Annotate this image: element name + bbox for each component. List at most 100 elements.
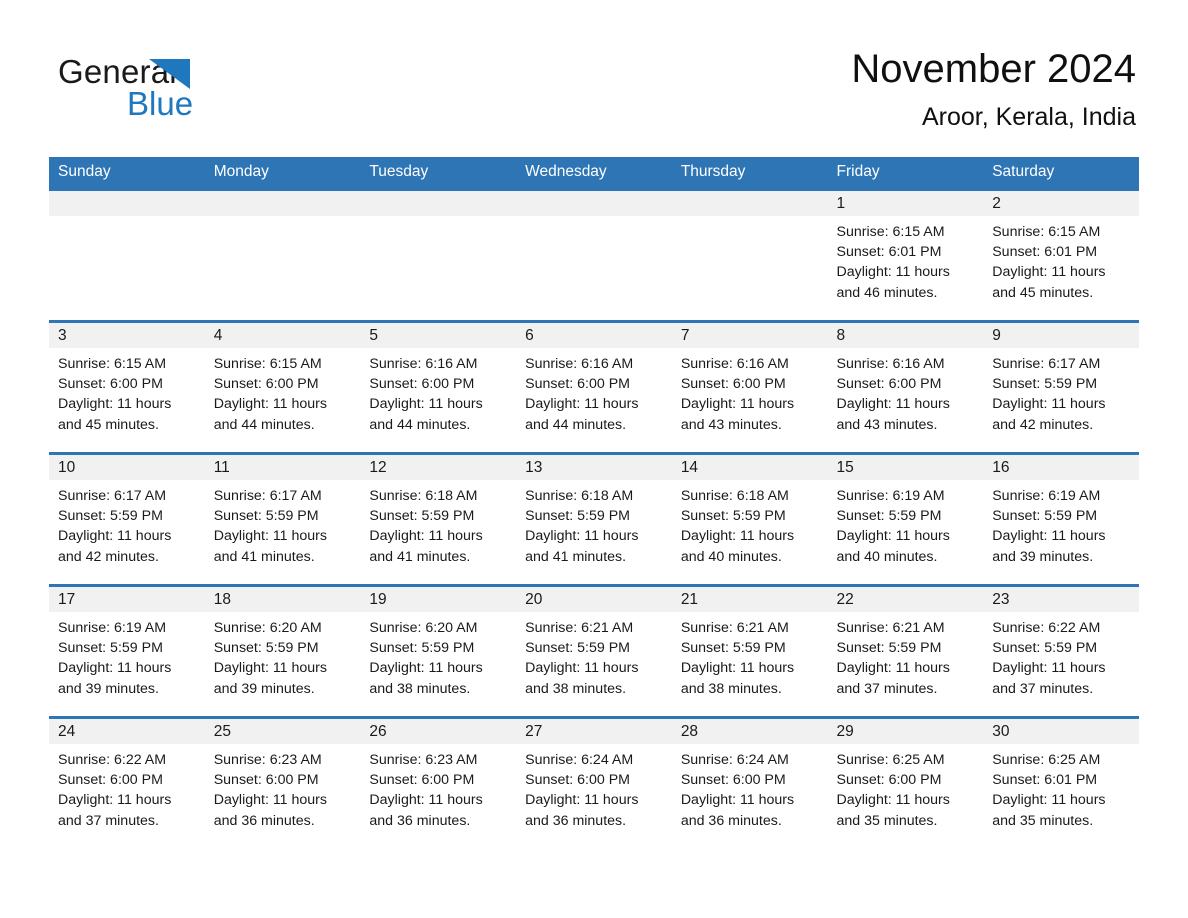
calendar-day-cell[interactable]: 30 Sunrise: 6:25 AM Sunset: 6:01 PM Dayligh… [983, 716, 1139, 850]
sunrise-text: Sunrise: 6:23 AM [213, 752, 322, 768]
day-number-band: 15 [827, 455, 984, 480]
day-number-band [204, 191, 361, 216]
sunrise-text: Sunrise: 6:18 AM [680, 488, 789, 504]
day-number-band: 17 [49, 587, 205, 612]
daylight-text-line2: and 35 minutes. [836, 812, 938, 829]
day-cell-body: Sunrise: 6:22 AM Sunset: 5:59 PM Daylight:… [983, 612, 1139, 699]
day-cell-body: Sunrise: 6:16 AM Sunset: 6:00 PM Daylight:… [516, 348, 672, 435]
day-cell-body: Sunrise: 6:19 AM Sunset: 5:59 PM Daylight:… [49, 612, 205, 699]
day-number: 17 [58, 591, 76, 608]
day-number-band: 26 [360, 719, 517, 744]
calendar-day-cell[interactable]: 1 Sunrise: 6:15 AM Sunset: 6:01 PM Daylight… [827, 188, 984, 322]
calendar-day-cell[interactable]: 16 Sunrise: 6:19 AM Sunset: 5:59 PM Dayligh… [983, 452, 1139, 586]
daylight-text-line2: and 38 minutes. [525, 680, 627, 697]
page-subtitle: Aroor, Kerala, India [921, 103, 1136, 131]
sunrise-text: Sunrise: 6:19 AM [58, 620, 167, 636]
calendar-day-cell[interactable]: 6 Sunrise: 6:16 AM Sunset: 6:00 PM Daylight… [516, 320, 672, 454]
sunrise-text: Sunrise: 6:20 AM [213, 620, 322, 636]
day-number: 23 [992, 591, 1010, 608]
day-number: 25 [213, 723, 231, 740]
calendar-day-cell[interactable]: 14 Sunrise: 6:18 AM Sunset: 5:59 PM Dayligh… [671, 452, 828, 586]
calendar-day-cell[interactable]: 23 Sunrise: 6:22 AM Sunset: 5:59 PM Dayligh… [983, 584, 1139, 718]
sunrise-text: Sunrise: 6:15 AM [213, 356, 322, 372]
calendar-day-cell[interactable]: 18 Sunrise: 6:20 AM Sunset: 5:59 PM Dayligh… [204, 584, 361, 718]
daylight-text-line2: and 41 minutes. [369, 548, 471, 565]
sunset-text: Sunset: 6:00 PM [525, 376, 630, 393]
daylight-text-line2: and 43 minutes. [836, 416, 938, 433]
day-number-band: 6 [516, 323, 672, 348]
calendar-day-cell[interactable]: 28 Sunrise: 6:24 AM Sunset: 6:00 PM Dayligh… [671, 716, 828, 850]
daylight-text-line1: Daylight: 11 hours [213, 792, 328, 809]
calendar-day-cell[interactable]: 27 Sunrise: 6:24 AM Sunset: 6:00 PM Dayligh… [516, 716, 672, 850]
calendar-day-cell[interactable]: 22 Sunrise: 6:21 AM Sunset: 5:59 PM Dayligh… [827, 584, 984, 718]
day-cell-body: Sunrise: 6:20 AM Sunset: 5:59 PM Daylight:… [205, 612, 361, 699]
daylight-text-line1: Daylight: 11 hours [369, 792, 483, 809]
day-number-band: 19 [360, 587, 517, 612]
sunset-text: Sunset: 6:00 PM [680, 772, 786, 789]
sunset-text: Sunset: 6:00 PM [213, 772, 319, 789]
day-cell-body: Sunrise: 6:16 AM Sunset: 6:00 PM Daylight:… [360, 348, 516, 435]
calendar-day-cell[interactable]: 7 Sunrise: 6:16 AM Sunset: 6:00 PM Daylight… [671, 320, 828, 454]
day-number: 27 [525, 723, 543, 740]
sunset-text: Sunset: 6:00 PM [213, 376, 319, 393]
daylight-text-line2: and 41 minutes. [525, 548, 627, 565]
day-number-band: 12 [360, 455, 517, 480]
calendar-day-cell[interactable]: 19 Sunrise: 6:20 AM Sunset: 5:59 PM Dayligh… [360, 584, 517, 718]
day-number: 28 [680, 723, 699, 740]
daylight-text-line1: Daylight: 11 hours [836, 660, 950, 677]
calendar-day-cell[interactable]: 4 Sunrise: 6:15 AM Sunset: 6:00 PM Daylight… [204, 320, 361, 454]
day-number-band [516, 191, 672, 216]
daylight-text-line2: and 39 minutes. [992, 548, 1094, 565]
calendar-day-cell[interactable]: 11 Sunrise: 6:17 AM Sunset: 5:59 PM Dayligh… [204, 452, 361, 586]
sunset-text: Sunset: 5:59 PM [213, 640, 319, 657]
sunrise-text: Sunrise: 6:22 AM [992, 620, 1101, 636]
sunrise-text: Sunrise: 6:15 AM [836, 224, 945, 240]
calendar-day-cell[interactable]: 17 Sunrise: 6:19 AM Sunset: 5:59 PM Dayligh… [49, 584, 205, 718]
calendar-day-cell[interactable]: 25 Sunrise: 6:23 AM Sunset: 6:00 PM Dayligh… [204, 716, 361, 850]
day-number: 21 [680, 591, 699, 608]
calendar-day-cell[interactable]: 29 Sunrise: 6:25 AM Sunset: 6:00 PM Dayligh… [827, 716, 984, 850]
daylight-text-line1: Daylight: 11 hours [58, 396, 172, 413]
day-number: 26 [369, 723, 387, 740]
calendar-day-cell[interactable]: 5 Sunrise: 6:16 AM Sunset: 6:00 PM Daylight… [360, 320, 517, 454]
daylight-text-line2: and 36 minutes. [680, 812, 782, 829]
calendar-day-cell[interactable]: 15 Sunrise: 6:19 AM Sunset: 5:59 PM Dayligh… [827, 452, 984, 586]
day-number: 11 [213, 459, 230, 476]
day-number-band: 2 [983, 191, 1139, 216]
logo-text-blue: Blue [127, 85, 194, 122]
day-number-band: 14 [671, 455, 828, 480]
calendar-day-cell[interactable]: 9 Sunrise: 6:17 AM Sunset: 5:59 PM Daylight… [983, 320, 1139, 454]
calendar-cell-empty [516, 188, 672, 322]
day-cell-body: Sunrise: 6:15 AM Sunset: 6:01 PM Daylight:… [828, 216, 984, 303]
day-cell-body: Sunrise: 6:17 AM Sunset: 5:59 PM Daylight:… [205, 480, 361, 567]
sunrise-text: Sunrise: 6:18 AM [369, 488, 478, 504]
weekday-header-thursday: Thursday [671, 157, 828, 190]
calendar-day-cell[interactable]: 13 Sunrise: 6:18 AM Sunset: 5:59 PM Dayligh… [516, 452, 672, 586]
calendar-day-cell[interactable]: 2 Sunrise: 6:15 AM Sunset: 6:01 PM Daylight… [983, 188, 1139, 322]
day-number-band: 18 [204, 587, 361, 612]
calendar-day-cell[interactable]: 8 Sunrise: 6:16 AM Sunset: 6:00 PM Daylight… [827, 320, 984, 454]
day-number: 29 [836, 723, 854, 740]
calendar-day-cell[interactable]: 12 Sunrise: 6:18 AM Sunset: 5:59 PM Dayligh… [360, 452, 517, 586]
day-cell-body: Sunrise: 6:21 AM Sunset: 5:59 PM Daylight:… [672, 612, 828, 699]
sunset-text: Sunset: 5:59 PM [992, 376, 1098, 393]
day-number-band: 1 [827, 191, 984, 216]
calendar-day-cell[interactable]: 21 Sunrise: 6:21 AM Sunset: 5:59 PM Dayligh… [671, 584, 828, 718]
daylight-text-line1: Daylight: 11 hours [992, 792, 1106, 809]
calendar-day-cell[interactable]: 20 Sunrise: 6:21 AM Sunset: 5:59 PM Dayligh… [516, 584, 672, 718]
day-cell-body: Sunrise: 6:19 AM Sunset: 5:59 PM Daylight:… [828, 480, 984, 567]
calendar-cell-empty [360, 188, 517, 322]
calendar-day-cell[interactable]: 26 Sunrise: 6:23 AM Sunset: 6:00 PM Dayligh… [360, 716, 517, 850]
calendar-day-cell[interactable]: 3 Sunrise: 6:15 AM Sunset: 6:00 PM Daylight… [49, 320, 205, 454]
day-number-band: 23 [983, 587, 1139, 612]
calendar-day-cell[interactable]: 24 Sunrise: 6:22 AM Sunset: 6:00 PM Dayligh… [49, 716, 205, 850]
general-blue-logo[interactable]: General Blue [58, 52, 318, 124]
day-number-band: 24 [49, 719, 205, 744]
daylight-text-line2: and 36 minutes. [213, 812, 315, 829]
daylight-text-line2: and 44 minutes. [213, 416, 315, 433]
sunset-text: Sunset: 6:00 PM [680, 376, 786, 393]
weekday-header-saturday: Saturday [983, 157, 1139, 190]
calendar-day-cell[interactable]: 10 Sunrise: 6:17 AM Sunset: 5:59 PM Dayligh… [49, 452, 205, 586]
day-cell-body: Sunrise: 6:20 AM Sunset: 5:59 PM Daylight:… [360, 612, 516, 699]
day-number: 12 [369, 459, 387, 476]
